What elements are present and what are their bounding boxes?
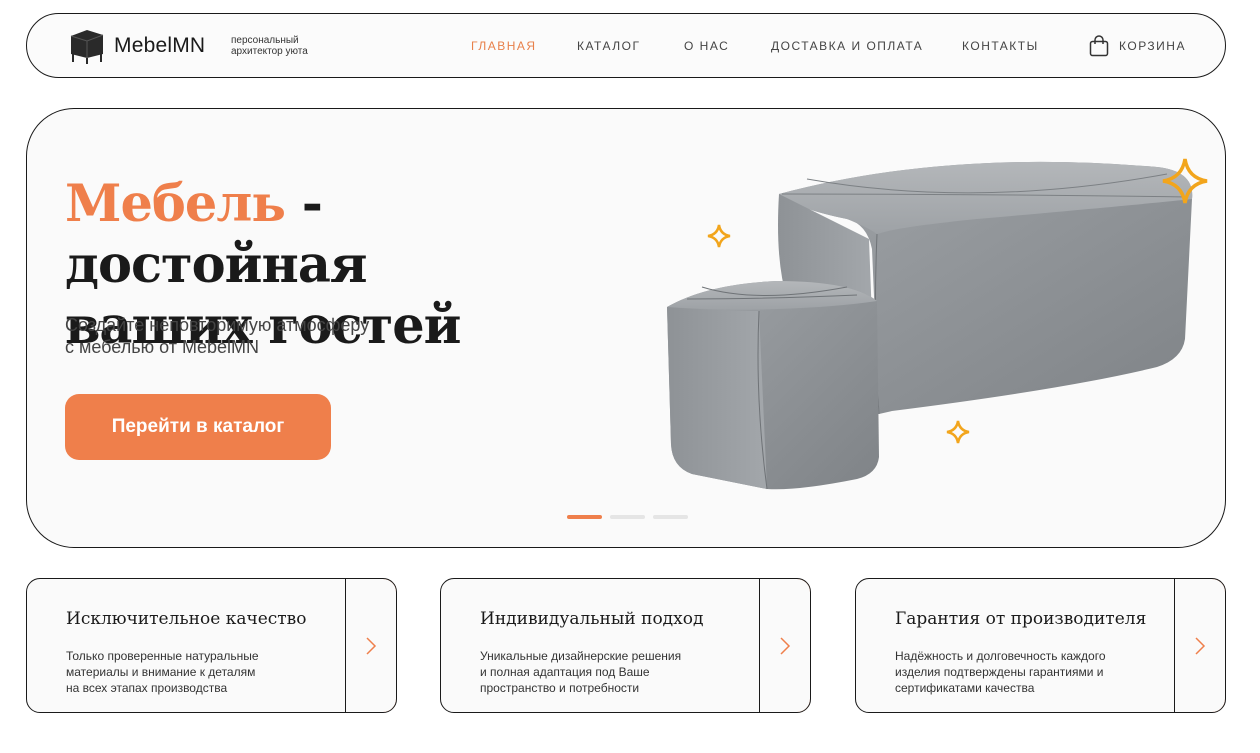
hero-subtitle-line-2: с мебелью от MebelMN: [65, 337, 259, 357]
feature-arrow-button[interactable]: [1174, 579, 1225, 712]
chevron-right-icon: [366, 636, 377, 655]
feature-text-line: на всех этапах производства: [66, 681, 228, 695]
ottoman-product-image: [667, 158, 1208, 490]
brand-name[interactable]: MebelMN: [114, 34, 205, 58]
feature-title: Гарантия от производителя: [895, 609, 1147, 629]
sparkle-icon: [707, 224, 731, 248]
feature-card-individual: Индивидуальный подход Уникальные дизайне…: [440, 578, 811, 713]
sparkle-icon: [946, 420, 970, 444]
hero-banner: Мебель - достойная ваших гостей Создайте…: [26, 108, 1226, 548]
feature-title: Индивидуальный подход: [480, 609, 704, 629]
feature-card-guarantee: Гарантия от производителя Надёжность и д…: [855, 578, 1226, 713]
feature-text-line: изделия подтверждены гарантиями и: [895, 665, 1104, 679]
feature-arrow-button[interactable]: [345, 579, 396, 712]
feature-text-line: и полная адаптация под Ваше: [480, 665, 650, 679]
feature-text: Только проверенные натуральные материалы…: [66, 648, 316, 696]
cart-link[interactable]: КОРЗИНА: [1119, 39, 1186, 53]
chevron-right-icon: [1195, 636, 1206, 655]
tagline-line-1: персональный: [231, 35, 299, 46]
feature-title: Исключительное качество: [66, 609, 307, 629]
feature-arrow-button[interactable]: [759, 579, 810, 712]
slider-dot-3[interactable]: [653, 515, 688, 519]
tagline-line-2: архитектор уюта: [231, 46, 308, 57]
hero-subtitle: Создайте неповторимую атмосферу с мебель…: [65, 314, 445, 358]
hero-title-accent: Мебель: [65, 174, 286, 234]
feature-card-quality: Исключительное качество Только проверенн…: [26, 578, 397, 713]
feature-text: Надёжность и долговечность каждого издел…: [895, 648, 1145, 696]
hero-subtitle-line-1: Создайте неповторимую атмосферу: [65, 315, 370, 335]
feature-text: Уникальные дизайнерские решения и полная…: [480, 648, 730, 696]
nav-item-delivery[interactable]: ДОСТАВКА И ОПЛАТА: [771, 39, 923, 53]
nav-item-contacts[interactable]: КОНТАКТЫ: [962, 39, 1039, 53]
chevron-right-icon: [780, 636, 791, 655]
feature-text-line: сертификатами качества: [895, 681, 1035, 695]
nav-item-catalog[interactable]: КАТАЛОГ: [577, 39, 640, 53]
feature-text-line: материалы и внимание к деталям: [66, 665, 256, 679]
brand-tagline: персональный архитектор уюта: [231, 35, 341, 57]
go-to-catalog-button[interactable]: Перейти в каталог: [65, 394, 331, 460]
slider-dot-1[interactable]: [567, 515, 602, 519]
nav-item-about[interactable]: О НАС: [684, 39, 729, 53]
feature-text-line: пространство и потребности: [480, 681, 640, 695]
slider-dot-2[interactable]: [610, 515, 645, 519]
shopping-bag-icon[interactable]: [1089, 35, 1109, 57]
feature-text-line: Уникальные дизайнерские решения: [480, 649, 682, 663]
armchair-logo-icon[interactable]: [67, 28, 107, 64]
site-header: MebelMN персональный архитектор уюта ГЛА…: [26, 13, 1226, 78]
feature-text-line: Только проверенные натуральные: [66, 649, 259, 663]
nav-item-home[interactable]: ГЛАВНАЯ: [471, 39, 537, 53]
feature-text-line: Надёжность и долговечность каждого: [895, 649, 1106, 663]
